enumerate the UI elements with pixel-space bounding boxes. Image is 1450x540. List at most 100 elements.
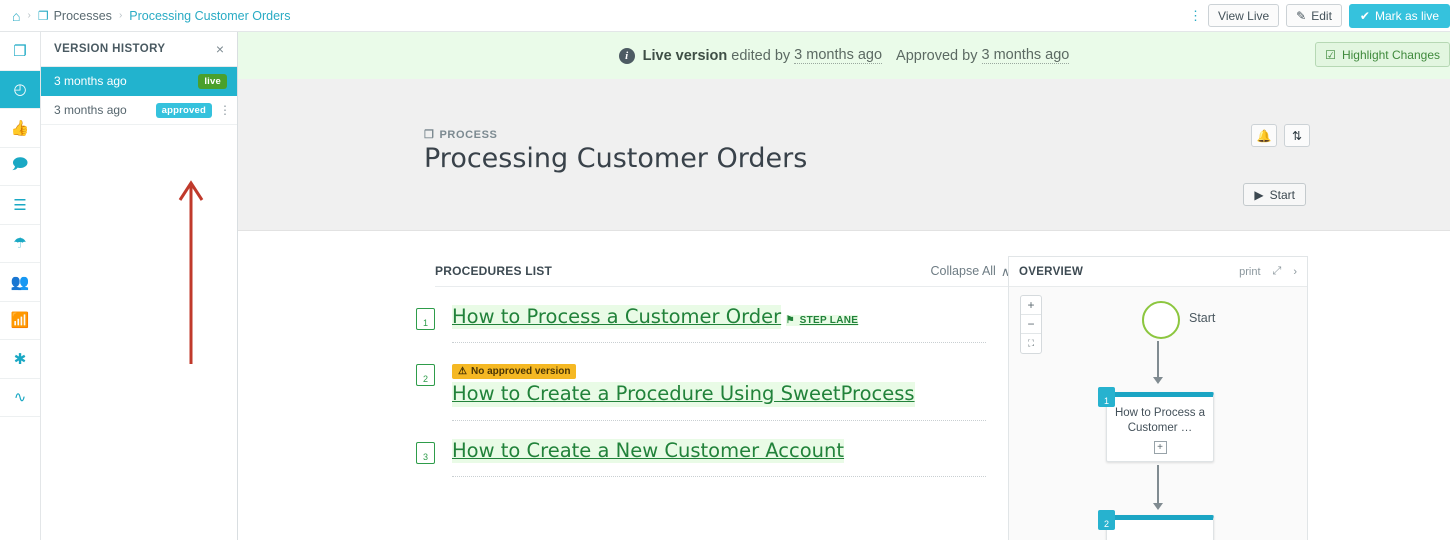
- version-history-panel: VERSION HISTORY × 3 months ago live 3 mo…: [41, 32, 238, 540]
- procedures-list: PROCEDURES LIST Collapse All ∧ 1 How to …: [238, 231, 1010, 540]
- breadcrumb-link-processes[interactable]: ❐ Processes: [38, 9, 112, 23]
- zoom-out-button[interactable]: −: [1021, 315, 1041, 334]
- flow-node-1[interactable]: 1 How to Process a Customer … +: [1098, 387, 1214, 462]
- status-badge-approved: approved: [155, 102, 212, 118]
- procedures-list-header: PROCEDURES LIST Collapse All ∧: [435, 256, 1010, 287]
- breadcrumb-current: Processing Customer Orders: [129, 8, 291, 23]
- sidebar-item-version-history[interactable]: ◴: [0, 70, 40, 109]
- sidebar-item-settings[interactable]: ✱: [0, 340, 40, 379]
- version-timestamp: 3 months ago: [54, 103, 127, 117]
- procedure-body: How to Create a New Customer Account: [452, 438, 986, 478]
- more-options-icon[interactable]: ⋮: [1187, 9, 1202, 22]
- sort-button[interactable]: ⇅: [1284, 124, 1310, 147]
- procedure-item[interactable]: 2 ⚠ No approved version How to Create a …: [416, 343, 986, 421]
- close-icon[interactable]: ×: [216, 41, 224, 57]
- procedure-item[interactable]: 1 How to Process a Customer Order ⚑ STEP…: [416, 287, 986, 344]
- version-history-header: VERSION HISTORY ×: [41, 32, 237, 67]
- mark-as-live-label: Mark as live: [1374, 8, 1439, 23]
- collapse-all-label: Collapse All: [930, 264, 996, 278]
- expand-icon[interactable]: ⤢: [1273, 265, 1282, 278]
- sidebar-item-reports[interactable]: 📶: [0, 302, 40, 340]
- banner-approved-time[interactable]: 3 months ago: [981, 47, 1070, 64]
- flow-node-expand-button[interactable]: +: [1153, 440, 1167, 454]
- sidebar-item-comments[interactable]: 🗩: [0, 148, 40, 186]
- sidebar-item-signature[interactable]: ∿: [0, 379, 40, 417]
- procedures-list-title: PROCEDURES LIST: [435, 264, 553, 278]
- play-icon: ▶: [1254, 187, 1264, 202]
- procedure-number-icon: 1: [416, 308, 435, 330]
- red-arrow-annotation: [178, 180, 204, 364]
- flow-arrowhead: [1153, 503, 1163, 510]
- home-icon[interactable]: ⌂: [12, 9, 20, 23]
- sidebar-item-tasks[interactable]: ☰: [0, 186, 40, 225]
- gear-icon: ✱: [13, 350, 27, 368]
- version-history-title: VERSION HISTORY: [54, 43, 166, 55]
- procedure-number: 2: [422, 374, 428, 385]
- overview-canvas[interactable]: + − ⛶ Start 1 How to Process a Customer …: [1009, 287, 1307, 540]
- breadcrumb-separator-2: ›: [118, 10, 123, 21]
- start-button[interactable]: ▶ Start: [1243, 183, 1306, 206]
- highlight-changes-button[interactable]: ☑ Highlight Changes: [1315, 42, 1450, 67]
- sort-icon: ⇅: [1291, 128, 1303, 143]
- collapse-all-button[interactable]: Collapse All ∧: [931, 264, 1010, 279]
- clock-history-icon: ◴: [13, 81, 27, 99]
- banner-approved-by-label: Approved by: [896, 47, 978, 64]
- breadcrumb: ⌂ › ❐ Processes › Processing Customer Or…: [0, 9, 290, 23]
- overview-header: OVERVIEW print ⤢ ›: [1009, 257, 1307, 287]
- procedure-link[interactable]: How to Process a Customer Order: [452, 305, 782, 330]
- page-title: Processing Customer Orders: [424, 143, 808, 174]
- zoom-in-button[interactable]: +: [1021, 296, 1041, 315]
- warning-icon: ⚠: [458, 366, 467, 378]
- edit-icon: ✎: [1296, 8, 1307, 23]
- sidebar-item-documents[interactable]: ❐: [0, 32, 40, 71]
- zoom-controls: + − ⛶: [1020, 295, 1042, 354]
- flag-icon: ⚑: [785, 315, 795, 326]
- banner-edited-time[interactable]: 3 months ago: [794, 47, 883, 64]
- divider: [452, 476, 986, 478]
- checkbox-icon: ☑: [1325, 47, 1336, 62]
- info-icon: i: [618, 47, 635, 64]
- version-row-live[interactable]: 3 months ago live: [41, 67, 237, 96]
- sidebar-item-approvals[interactable]: 👍: [0, 109, 40, 148]
- version-row-menu-icon[interactable]: ⋮: [219, 104, 231, 116]
- version-timestamp: 3 months ago: [54, 74, 127, 88]
- flow-connector: [1157, 465, 1159, 505]
- procedure-number: 1: [422, 318, 428, 328]
- mark-as-live-button[interactable]: ✔ Mark as live: [1348, 3, 1450, 28]
- sidebar-item-teams[interactable]: 👥: [0, 263, 40, 302]
- flow-arrowhead: [1153, 377, 1163, 384]
- procedure-body: ⚠ No approved version How to Create a Pr…: [452, 361, 986, 421]
- bell-icon: 🔔: [1256, 128, 1272, 143]
- highlight-changes-label: Highlight Changes: [1341, 47, 1440, 62]
- notifications-button[interactable]: 🔔: [1251, 124, 1277, 147]
- procedure-link[interactable]: How to Create a New Customer Account: [452, 438, 845, 464]
- procedure-number-icon: 2: [416, 364, 435, 387]
- umbrella-icon: ☂: [13, 235, 27, 253]
- procedure-body: How to Process a Customer Order ⚑ STEP L…: [452, 305, 986, 344]
- live-version-banner: i Live version edited by 3 months ago Ap…: [238, 32, 1450, 79]
- process-icon: ❐: [424, 129, 435, 141]
- sidebar-item-policies[interactable]: ☂: [0, 225, 40, 263]
- process-header: ❐ PROCESS Processing Customer Orders 🔔 ⇅…: [238, 79, 1450, 231]
- process-type-text: PROCESS: [439, 128, 498, 141]
- team-icon: 👥: [10, 273, 30, 291]
- flow-connector: [1157, 341, 1159, 379]
- flow-start-node[interactable]: [1142, 301, 1180, 339]
- print-button[interactable]: print: [1239, 266, 1260, 278]
- version-row-approved[interactable]: 3 months ago approved ⋮: [41, 96, 237, 125]
- edit-label: Edit: [1311, 8, 1332, 23]
- step-lane-label: STEP LANE: [799, 315, 859, 326]
- icon-sidebar: ❐ ◴ 👍 🗩 ☰ ☂ 👥 📶 ✱ ∿: [0, 32, 41, 540]
- status-badge-no-approved-version: ⚠ No approved version: [452, 364, 577, 380]
- view-live-button[interactable]: View Live: [1208, 4, 1280, 27]
- top-bar: ⌂ › ❐ Processes › Processing Customer Or…: [0, 0, 1450, 32]
- fullscreen-button[interactable]: ⛶: [1021, 334, 1041, 353]
- procedure-step-lane[interactable]: ⚑ STEP LANE: [785, 315, 859, 326]
- edit-button[interactable]: ✎ Edit: [1286, 4, 1342, 27]
- flow-node-label: How to Process a Customer …: [1114, 407, 1206, 434]
- top-bar-actions: ⋮ View Live ✎ Edit ✔ Mark as live: [1187, 3, 1450, 28]
- chevron-right-icon[interactable]: ›: [1293, 266, 1297, 278]
- flow-node-2[interactable]: 2: [1098, 510, 1214, 540]
- procedure-item[interactable]: 3 How to Create a New Customer Account: [416, 421, 986, 478]
- procedure-link[interactable]: How to Create a Procedure Using SweetPro…: [452, 382, 915, 407]
